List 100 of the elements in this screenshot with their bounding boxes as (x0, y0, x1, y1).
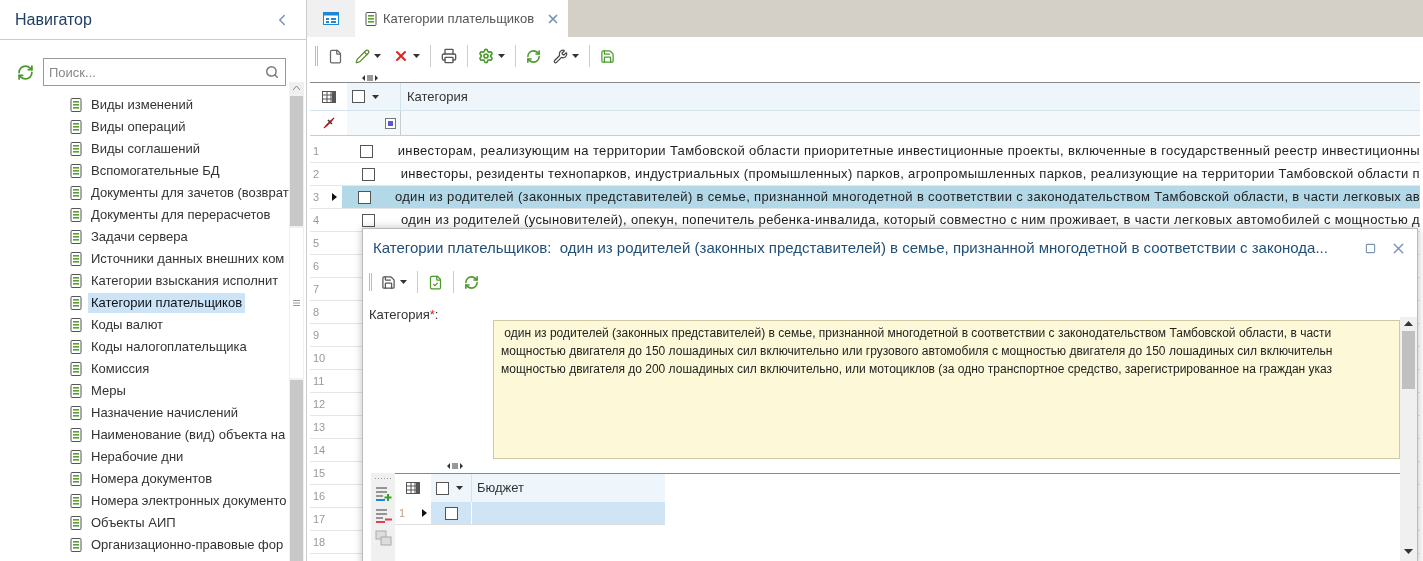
row-number: 12 (313, 396, 326, 412)
refresh-icon (464, 274, 479, 290)
grid-icon[interactable] (321, 90, 336, 103)
document-icon (70, 142, 82, 156)
home-tab[interactable] (307, 0, 355, 37)
caret-icon (372, 94, 379, 99)
navigator-item[interactable]: Комиссия (88, 359, 153, 379)
filter-icon[interactable] (385, 117, 396, 129)
window-icon (323, 12, 339, 25)
document-icon (70, 428, 82, 442)
row-number: 16 (313, 488, 326, 504)
navigator-item[interactable]: Назначение начислений (88, 403, 242, 423)
navigator-item[interactable]: Задачи сервера (88, 227, 191, 247)
grid-icon[interactable] (406, 482, 420, 494)
scrollbar-thumb[interactable] (1402, 331, 1415, 389)
search-field[interactable]: Поиск... (43, 58, 286, 86)
row-number: 2 (313, 166, 320, 182)
caret-icon (374, 54, 381, 58)
checkbox[interactable] (360, 144, 374, 158)
navigator-item[interactable]: Коды валют (88, 315, 167, 335)
pin-icon[interactable] (322, 117, 335, 129)
row-number: 15 (313, 465, 326, 481)
navigator-item[interactable]: Вспомогательные БД (88, 161, 223, 181)
navigator-item[interactable]: Номера электронных документо (88, 491, 289, 511)
caret-icon (400, 280, 407, 284)
navigator-item[interactable]: Меры (88, 381, 129, 401)
table-cell-text: инвесторам, реализующим на территории Тамбовской области приоритетные инвестиционные проекты, включенные в государственный реестр инвестиционны (396, 142, 1420, 161)
caret-icon (456, 486, 463, 490)
column-header[interactable]: Бюджет (471, 474, 665, 502)
row-pointer-icon (332, 193, 338, 201)
navigator-item[interactable]: Документы для перерасчетов (88, 205, 274, 225)
document-icon (70, 538, 82, 552)
navigator-item[interactable]: Нерабочие дни (88, 447, 187, 467)
new-document-icon (328, 48, 343, 64)
grip-icon[interactable] (293, 300, 300, 306)
save-icon (381, 274, 396, 290)
navigator-item[interactable]: Организационно-правовые фор (88, 535, 287, 555)
remove-row-icon[interactable] (374, 508, 392, 524)
scrollbar[interactable] (1400, 317, 1417, 561)
printer-icon (441, 48, 457, 64)
row-number: 1 (399, 505, 406, 521)
document-icon (70, 186, 82, 200)
navigator-item[interactable]: Виды изменений (88, 95, 196, 115)
document-icon (70, 406, 82, 420)
document-icon (70, 450, 82, 464)
checkbox[interactable] (436, 481, 449, 495)
checkbox[interactable] (358, 190, 372, 204)
document-icon (70, 494, 82, 508)
tools-icon (553, 48, 568, 64)
document-icon (70, 384, 82, 398)
scrollbar[interactable] (289, 82, 304, 561)
document-icon (70, 252, 82, 266)
checkbox[interactable] (362, 167, 376, 181)
add-row-icon[interactable] (374, 486, 392, 502)
resize-handle-icon[interactable] (447, 463, 463, 469)
refresh-icon (526, 48, 541, 64)
save-icon (600, 48, 615, 64)
dialog-title: Категории плательщиков: один из родителей (законных представителей) в семье, признанной многодетной в соответствии с законода... (373, 237, 1329, 258)
grip-icon[interactable] (375, 477, 391, 480)
refresh-icon[interactable] (17, 63, 34, 81)
resize-handle-icon[interactable] (362, 75, 378, 81)
field-label: Категория*: (368, 306, 440, 324)
row-number: 5 (313, 235, 320, 251)
caret-icon (572, 54, 579, 58)
row-number: 7 (313, 281, 320, 297)
checkbox[interactable] (444, 506, 458, 520)
row-number: 18 (313, 534, 326, 550)
navigator-item[interactable]: Номера документов (88, 469, 216, 489)
checkbox[interactable] (362, 213, 376, 227)
row-number: 6 (313, 258, 320, 274)
navigator-item[interactable]: Наименование (вид) объекта на (88, 425, 289, 445)
search-icon[interactable] (265, 65, 279, 79)
document-icon (70, 318, 82, 332)
document-icon (70, 274, 82, 288)
navigator-item[interactable]: Категории плательщиков (88, 293, 246, 313)
navigator-item[interactable]: Виды операций (88, 117, 189, 137)
navigator-item[interactable]: Коды налогоплательщика (88, 337, 250, 357)
document-icon (70, 208, 82, 222)
text-area[interactable]: один из родителей (законных представителей) в семье, признанной многодетной в соответствии с законодательством Тамбовской области, в части мощностью двигателя до 150 лошадиных сил включительно или грузового автомобиля с мощностью двигателя до 150 лошадиных сил включительн мощностью двигателя до 200 лошадиных сил включительно, или мотоциклов (за одно транспортное средство, зарегистрированное на граждан указ (493, 320, 1400, 459)
document-icon (70, 120, 82, 134)
row-number: 14 (313, 442, 326, 458)
navigator-item[interactable]: Источники данных внешних ком (88, 249, 288, 269)
document-icon (70, 296, 82, 310)
copy-rows-icon (374, 530, 392, 546)
row-number: 10 (313, 350, 326, 366)
navigator-item[interactable]: Объекты АИП (88, 513, 179, 533)
row-pointer-icon (422, 509, 427, 517)
navigator-item[interactable]: Виды соглашений (88, 139, 203, 159)
document-icon (70, 472, 82, 486)
document-tab[interactable]: Категории плательщиков (355, 0, 569, 37)
row-number: 9 (313, 327, 320, 343)
table-cell-text: один из родителей (законных представителей) в семье, признанной многодетной в соответствии с законодательством Тамбовской области, в части легковых ав (393, 188, 1420, 207)
document-check-icon (428, 274, 443, 290)
maximize-icon[interactable] (1365, 242, 1376, 254)
grid-row[interactable]: 1 инвесторам, реализующим на территории Тамбовской области приоритетные инвестиционные проекты, включенные в государственный реестр инвестиционны (310, 140, 1420, 163)
scrollbar-thumb[interactable] (290, 96, 303, 226)
checkbox[interactable] (352, 90, 365, 103)
grid-row[interactable]: 3 один из родителей (законных представителей) в семье, признанной многодетной в соответствии с законодательством Тамбовской области, в части легковых ав (310, 186, 1420, 209)
navigator-item[interactable]: Документы для зачетов (возврат (88, 183, 289, 203)
navigator-item[interactable]: Категории взыскания исполнит (88, 271, 282, 291)
